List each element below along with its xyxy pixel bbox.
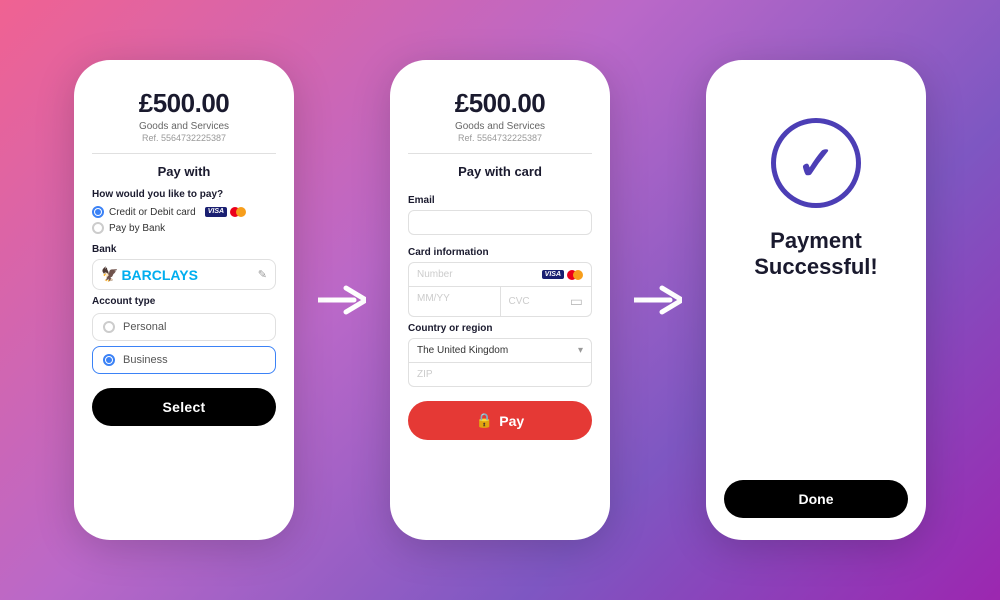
account-options: Personal Business	[92, 313, 276, 374]
mc-right-2	[573, 270, 583, 280]
radio-business[interactable]	[103, 354, 115, 366]
cvc-field[interactable]: CVC ▭	[500, 287, 593, 317]
radio-label-card: Credit or Debit card	[109, 207, 196, 218]
mc-right	[236, 207, 246, 217]
pay-label: Pay	[499, 413, 524, 429]
barclays-logo: 🦅 BARCLAYS	[101, 266, 198, 283]
radio-card[interactable]	[92, 206, 104, 218]
barclays-eagle: 🦅	[101, 266, 118, 283]
bank-field[interactable]: 🦅 BARCLAYS ✎	[92, 259, 276, 290]
chevron-down-icon: ▾	[578, 345, 583, 356]
arrow-2	[634, 282, 682, 318]
mmyy-label: MM/YY	[417, 293, 450, 304]
card-info-label: Card information	[408, 247, 489, 258]
expiry-field[interactable]: MM/YY	[408, 287, 500, 317]
edit-icon[interactable]: ✎	[258, 268, 267, 281]
account-option-personal[interactable]: Personal	[92, 313, 276, 341]
radio-dot-card	[95, 209, 101, 215]
radio-personal[interactable]	[103, 321, 115, 333]
done-button[interactable]: Done	[724, 480, 908, 518]
email-input[interactable]	[408, 210, 592, 235]
mastercard-icon-2	[567, 270, 583, 280]
lock-icon: 🔒	[476, 412, 493, 429]
radio-dot-business	[106, 357, 112, 363]
checkmark-icon: ✓	[797, 140, 836, 186]
card-icons: VISA	[205, 207, 246, 217]
phone-2: £500.00 Goods and Services Ref. 55647322…	[390, 60, 610, 540]
phone-1: £500.00 Goods and Services Ref. 55647322…	[74, 60, 294, 540]
divider-2	[408, 153, 592, 154]
barclays-text: BARCLAYS	[121, 267, 198, 283]
pay-button[interactable]: 🔒 Pay	[408, 401, 592, 440]
divider-1	[92, 153, 276, 154]
country-label: Country or region	[408, 323, 492, 334]
scene: £500.00 Goods and Services Ref. 55647322…	[0, 0, 1000, 600]
phone1-amount: £500.00	[139, 88, 229, 119]
country-select[interactable]: The United Kingdom ▾	[408, 338, 592, 363]
arrow-1	[318, 282, 366, 318]
phone1-section-title: Pay with	[158, 164, 211, 179]
zip-placeholder: ZIP	[417, 369, 433, 380]
success-text: PaymentSuccessful!	[754, 228, 878, 281]
email-label: Email	[408, 195, 435, 206]
phone1-goods: Goods and Services	[139, 121, 229, 132]
phone2-ref: Ref. 5564732225387	[458, 133, 542, 143]
account-option-business[interactable]: Business	[92, 346, 276, 374]
radio-row-card[interactable]: Credit or Debit card VISA	[92, 206, 276, 218]
phone1-question: How would you like to pay?	[92, 189, 223, 200]
card-number-field[interactable]: Number VISA	[408, 262, 592, 287]
phone2-amount: £500.00	[455, 88, 545, 119]
account-type-label: Account type	[92, 296, 155, 307]
business-label: Business	[123, 354, 168, 366]
visa-icon-2: VISA	[542, 270, 564, 279]
country-value: The United Kingdom	[417, 345, 508, 356]
personal-label: Personal	[123, 321, 166, 333]
cvc-card-icon: ▭	[570, 293, 583, 310]
phone2-section-title: Pay with card	[458, 164, 542, 179]
bank-label: Bank	[92, 244, 116, 255]
zip-field[interactable]: ZIP	[408, 363, 592, 387]
visa-icon: VISA	[205, 207, 227, 217]
phone2-goods: Goods and Services	[455, 121, 545, 132]
mastercard-icon	[230, 207, 246, 217]
radio-row-bank[interactable]: Pay by Bank	[92, 222, 276, 234]
radio-bank[interactable]	[92, 222, 104, 234]
radio-label-bank: Pay by Bank	[109, 223, 165, 234]
cvc-label: CVC	[509, 296, 530, 307]
success-circle: ✓	[771, 118, 861, 208]
phone-3: ✓ PaymentSuccessful! Done	[706, 60, 926, 540]
card-expiry-row: MM/YY CVC ▭	[408, 287, 592, 317]
select-button[interactable]: Select	[92, 388, 276, 426]
card-icons-right: VISA	[542, 270, 583, 280]
number-placeholder: Number	[417, 269, 453, 280]
phone1-ref: Ref. 5564732225387	[142, 133, 226, 143]
